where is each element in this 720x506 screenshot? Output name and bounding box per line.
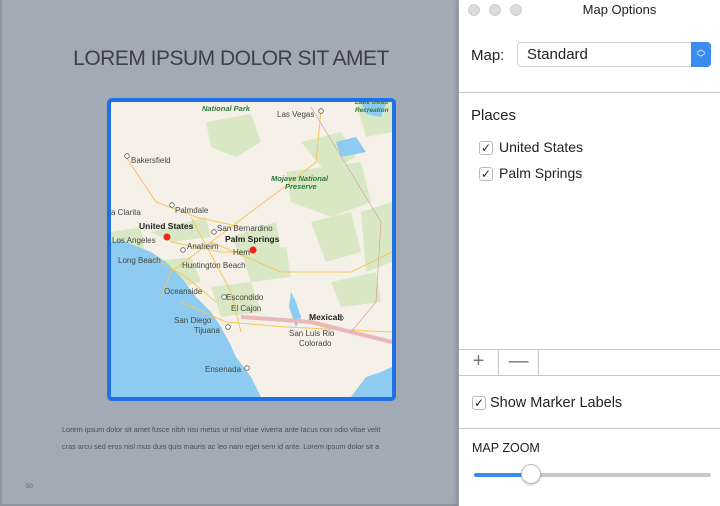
page-title: LOREM IPSUM DOLOR SIT AMET xyxy=(73,47,389,70)
map-label: National Park xyxy=(202,104,250,113)
map-label: Recreation xyxy=(355,107,389,114)
checkbox-checked-icon[interactable]: ✓ xyxy=(479,167,493,182)
map-label: Bakersfield xyxy=(131,156,171,165)
map-graphic xyxy=(111,102,392,397)
map-label: Preserve xyxy=(285,182,317,191)
map-options-panel: Map Options Map: Standard ︿ ﹀ Places ✓ Uni… xyxy=(458,0,720,506)
place-label: Palm Springs xyxy=(499,165,583,181)
map-label: Colorado xyxy=(299,339,332,348)
map-label: Los Angeles xyxy=(112,236,156,245)
place-label: United States xyxy=(499,139,584,155)
map-label: Palmdale xyxy=(175,206,209,215)
map-label: Anaheim xyxy=(187,242,219,251)
chevron-updown-icon: ︿ ﹀ xyxy=(691,42,711,67)
body-text: Lorem ipsum dolor sit amet fusce nibh ni… xyxy=(62,421,447,455)
map-label: Las Vegas xyxy=(277,110,315,119)
map-type-section: Map: Standard ︿ ﹀ xyxy=(459,0,720,93)
map-label: United States xyxy=(139,221,194,231)
map-label: Tijuana xyxy=(194,326,220,335)
map-type-value: Standard xyxy=(527,46,588,63)
map-label: El Cajon xyxy=(231,304,262,313)
add-place-button[interactable]: + xyxy=(459,350,499,375)
place-item[interactable]: ✓ United States xyxy=(479,139,584,156)
map-label: Escondido xyxy=(226,293,264,302)
document-page: LOREM IPSUM DOLOR SIT AMET National Park… xyxy=(0,0,458,506)
map-label: Ensenada xyxy=(205,365,242,374)
show-marker-labels-checkbox[interactable]: ✓ Show Marker Labels xyxy=(472,395,622,411)
show-marker-labels-label: Show Marker Labels xyxy=(490,395,623,411)
remove-place-button[interactable]: — xyxy=(499,350,539,375)
map-label: Hem xyxy=(233,248,250,257)
map-label: San Diego xyxy=(174,316,212,325)
map-label: Map: xyxy=(471,47,505,64)
map-label: Lake Mead xyxy=(355,99,389,106)
map-label: San Luis Rio xyxy=(289,329,335,338)
map-label: Huntington Beach xyxy=(182,261,246,270)
place-item[interactable]: ✓ Palm Springs xyxy=(479,165,583,182)
places-heading: Places xyxy=(471,107,517,124)
map-label: a Clarita xyxy=(111,208,141,217)
map-label: Mexicali xyxy=(309,312,343,322)
map-label: Palm Springs xyxy=(225,234,280,244)
map-zoom-slider[interactable] xyxy=(474,464,711,484)
page-number: 50 xyxy=(26,484,33,490)
divider xyxy=(459,375,720,376)
body-line: cras arcu sed eros nisl mus duis quis ma… xyxy=(62,442,380,451)
map-zoom-heading: MAP ZOOM xyxy=(472,441,540,455)
map-view[interactable]: National Park Las Vegas Lake Mead Recrea… xyxy=(107,98,396,401)
checkbox-checked-icon[interactable]: ✓ xyxy=(479,141,493,156)
divider xyxy=(459,428,720,429)
map-label: Long Beach xyxy=(118,256,161,265)
slider-knob[interactable] xyxy=(520,464,541,484)
map-label: Oceanside xyxy=(164,287,203,296)
map-label: San Bernardino xyxy=(217,224,273,233)
checkbox-checked-icon[interactable]: ✓ xyxy=(472,396,486,411)
body-line: Lorem ipsum dolor sit amet fusce nibh ni… xyxy=(62,425,381,434)
map-type-select[interactable]: Standard ︿ ﹀ xyxy=(517,42,711,67)
